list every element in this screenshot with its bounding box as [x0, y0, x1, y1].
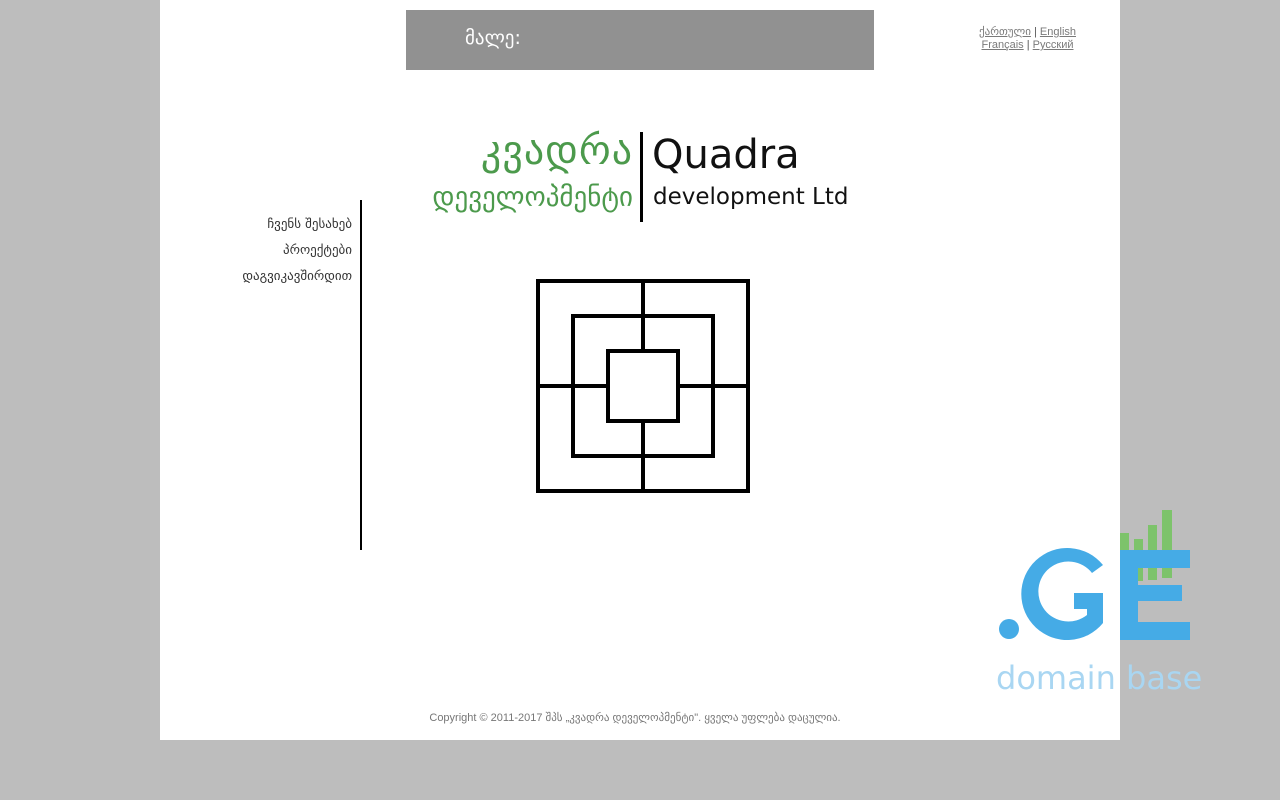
- language-switcher: ქართული | English Français | Русский: [960, 26, 1095, 52]
- lang-link-english[interactable]: English: [1040, 26, 1076, 38]
- announcement-banner: მალე:: [406, 10, 874, 70]
- lang-link-french[interactable]: Français: [982, 39, 1024, 51]
- logo-georgian-subtitle: დეველოპმენტი: [432, 182, 633, 213]
- logo-english-subtitle: development Ltd: [653, 184, 849, 210]
- nine-mens-morris-emblem-icon: [536, 279, 750, 493]
- company-logo: კვადრა დეველოპმენტი Quadra development L…: [428, 128, 848, 228]
- ge-badge-text: domain base: [996, 659, 1203, 697]
- lang-link-georgian[interactable]: ქართული: [979, 26, 1031, 38]
- logo-divider: [640, 132, 643, 222]
- ge-domain-badge[interactable]: domain base: [990, 505, 1203, 705]
- nav-item-projects[interactable]: პროექტები: [200, 238, 352, 264]
- banner-text: მალე:: [465, 27, 521, 49]
- lang-separator: |: [1034, 26, 1037, 38]
- logo-english-name: Quadra: [652, 132, 800, 178]
- logo-georgian-name: კვადრა: [480, 128, 633, 174]
- ge-logo-icon: [999, 510, 1190, 640]
- lang-separator: |: [1026, 39, 1030, 51]
- nav-item-about-us[interactable]: ჩვენს შესახებ: [200, 212, 352, 238]
- lang-link-russian[interactable]: Русский: [1033, 39, 1074, 51]
- nav-item-contact[interactable]: დაგვიკავშირდით: [200, 264, 352, 290]
- sidebar-nav: ჩვენს შესახებ პროექტები დაგვიკავშირდით: [200, 212, 352, 290]
- sidebar-divider: [360, 200, 362, 550]
- page-container: მალე: ქართული | English Français | Русск…: [160, 0, 1120, 740]
- footer-copyright: Copyright © 2011-2017 შპს „კვადრა დეველო…: [429, 712, 841, 724]
